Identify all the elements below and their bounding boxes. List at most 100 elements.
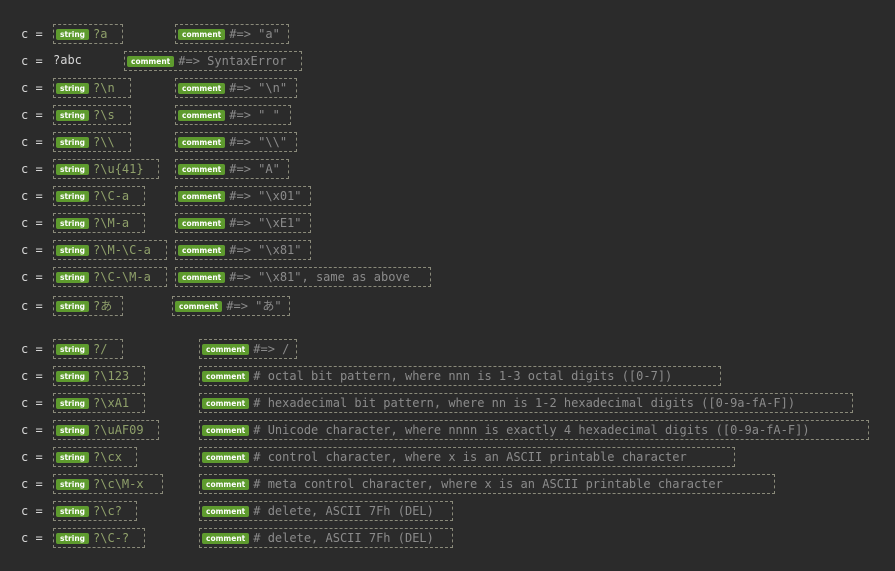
string-literal: ?\n (93, 81, 115, 95)
assignment-prefix: c = (21, 504, 43, 518)
comment-badge: comment (178, 28, 226, 40)
string-token: string ?\n (53, 78, 131, 98)
comment-text: #=> "\x81" (229, 243, 302, 257)
assignment-prefix: c = (21, 27, 43, 41)
comment-token: comment #=> "あ" (172, 296, 290, 316)
string-literal: ?\u{41} (93, 162, 144, 176)
assignment-prefix: c = (21, 423, 43, 437)
string-badge: string (56, 532, 90, 544)
string-badge: string (56, 136, 90, 148)
comment-text: # delete, ASCII 7Fh (DEL) (253, 504, 434, 518)
string-badge: string (56, 28, 90, 40)
comment-badge: comment (178, 217, 226, 229)
string-token: string ?\C-\M-a (53, 267, 167, 287)
string-token: string ?\C-a (53, 186, 145, 206)
string-badge: string (56, 451, 90, 463)
code-view: { "lhs_prefix": "c = ", "badges": { "str… (0, 0, 895, 571)
string-token: string ?\C-? (53, 528, 145, 548)
string-literal: ?\c\M-x (93, 477, 144, 491)
assignment-prefix: c = (21, 162, 43, 176)
string-literal: ?\cx (93, 450, 122, 464)
string-literal: ?\C-\M-a (93, 270, 151, 284)
assignment-prefix: c = (21, 270, 43, 284)
assignment-prefix: c = (21, 54, 43, 68)
string-literal: ?\123 (93, 369, 130, 383)
comment-token: comment # delete, ASCII 7Fh (DEL) (199, 501, 453, 521)
string-token: string ?\\ (53, 132, 131, 152)
string-token: string ?\s (53, 105, 131, 125)
comment-text: #=> "あ" (226, 299, 282, 313)
string-token: string ?\xA1 (53, 393, 145, 413)
comment-token: comment #=> " " (175, 105, 291, 125)
string-token: string ?\uAF09 (53, 420, 159, 440)
comment-badge: comment (202, 505, 250, 517)
string-badge: string (56, 190, 90, 202)
assignment-prefix: c = (21, 243, 43, 257)
comment-badge: comment (178, 109, 226, 121)
assignment-prefix: c = (21, 135, 43, 149)
comment-text: #=> "\\" (229, 135, 288, 149)
comment-badge: comment (202, 397, 250, 409)
comment-token: comment # Unicode character, where nnnn … (199, 420, 869, 440)
comment-badge: comment (178, 271, 226, 283)
comment-badge: comment (175, 300, 223, 312)
string-badge: string (56, 424, 90, 436)
comment-token: comment #=> SyntaxError (124, 51, 302, 71)
string-literal: ?a (93, 27, 108, 41)
comment-text: # control character, where x is an ASCII… (253, 450, 687, 464)
string-literal: ?\c? (93, 504, 122, 518)
string-token: string ?\cx (53, 447, 137, 467)
string-badge: string (56, 109, 90, 121)
comment-text: # octal bit pattern, where nnn is 1-3 oc… (253, 369, 673, 383)
comment-text: # delete, ASCII 7Fh (DEL) (253, 531, 434, 545)
comment-badge: comment (202, 343, 250, 355)
assignment-prefix: c = (21, 369, 43, 383)
comment-text: #=> "a" (229, 27, 280, 41)
comment-text: #=> "\x01" (229, 189, 302, 203)
plain-literal: ?abc (53, 51, 82, 69)
comment-badge: comment (178, 190, 226, 202)
comment-token: comment #=> "A" (175, 159, 289, 179)
string-badge: string (56, 478, 90, 490)
comment-token: comment # control character, where x is … (199, 447, 735, 467)
string-token: string ?あ (53, 296, 123, 316)
comment-badge: comment (202, 532, 250, 544)
comment-token: comment #=> "a" (175, 24, 289, 44)
string-badge: string (56, 343, 90, 355)
string-literal: ?/ (93, 342, 108, 356)
assignment-prefix: c = (21, 216, 43, 230)
string-literal: ?\\ (93, 135, 115, 149)
assignment-prefix: c = (21, 396, 43, 410)
string-token: string ?\c\M-x (53, 474, 163, 494)
string-token: string ?/ (53, 339, 123, 359)
string-token: string ?a (53, 24, 123, 44)
string-literal: ?\M-a (93, 216, 130, 230)
assignment-prefix: c = (21, 450, 43, 464)
assignment-prefix: c = (21, 342, 43, 356)
assignment-prefix: c = (21, 477, 43, 491)
comment-token: comment #=> "\x81", same as above (175, 267, 431, 287)
string-token: string ?\c? (53, 501, 137, 521)
comment-token: comment #=> "\n" (175, 78, 297, 98)
string-token: string ?\123 (53, 366, 145, 386)
string-badge: string (56, 217, 90, 229)
comment-token: comment #=> "\x01" (175, 186, 311, 206)
comment-text: # Unicode character, where nnnn is exact… (253, 423, 810, 437)
string-literal: ?\C-? (93, 531, 130, 545)
comment-text: #=> "A" (229, 162, 280, 176)
comment-token: comment # delete, ASCII 7Fh (DEL) (199, 528, 453, 548)
comment-text: #=> "\x81", same as above (229, 270, 410, 284)
string-literal: ?あ (93, 299, 113, 313)
string-literal: ?\uAF09 (93, 423, 144, 437)
string-badge: string (56, 82, 90, 94)
string-badge: string (56, 300, 90, 312)
comment-text: #=> " " (229, 108, 280, 122)
string-literal: ?\M-\C-a (93, 243, 151, 257)
string-token: string ?\M-\C-a (53, 240, 167, 260)
string-token: string ?\M-a (53, 213, 145, 233)
comment-badge: comment (127, 55, 175, 67)
string-badge: string (56, 271, 90, 283)
comment-badge: comment (178, 82, 226, 94)
literal-text: ?abc (53, 53, 82, 67)
comment-token: comment #=> "\\" (175, 132, 297, 152)
